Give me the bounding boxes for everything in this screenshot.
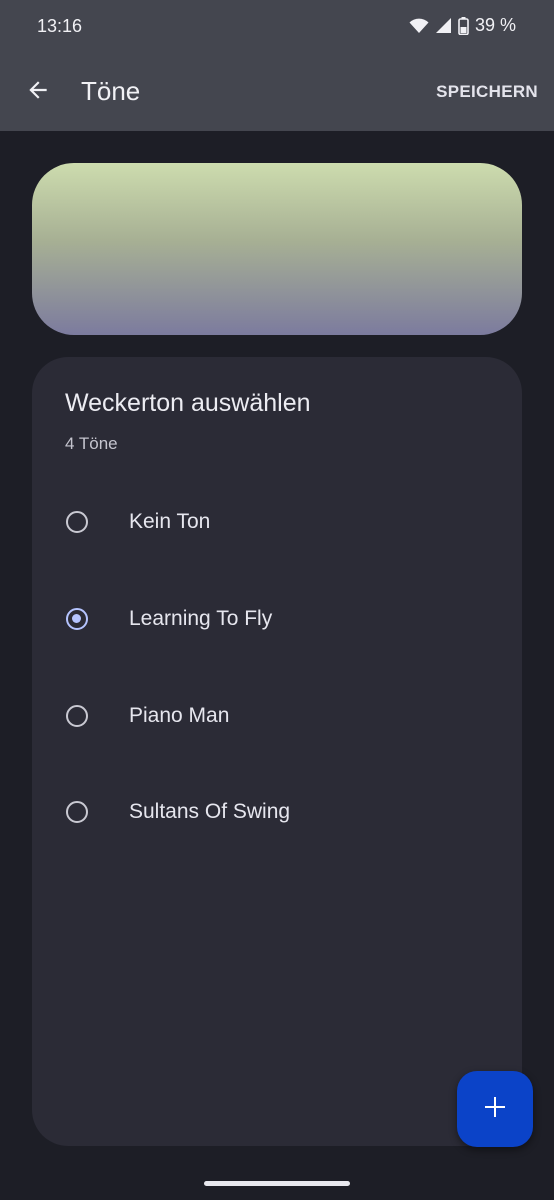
radio-unchecked-icon[interactable] — [66, 801, 88, 823]
ringtone-card: Weckerton auswählen 4 Töne Kein Ton Lear… — [32, 357, 522, 1146]
screen: 13:16 39 % Töne SPEICHERN Weckerton ausw… — [0, 0, 554, 1200]
status-icons: 39 % — [409, 15, 516, 36]
add-tone-button[interactable] — [457, 1071, 533, 1147]
plus-icon — [483, 1095, 507, 1124]
battery-icon — [458, 16, 469, 35]
option-sultans-of-swing[interactable]: Sultans Of Swing — [32, 784, 522, 844]
save-button[interactable]: SPEICHERN — [436, 82, 538, 102]
top-app-bar: 13:16 39 % Töne SPEICHERN — [0, 0, 554, 131]
tone-count: 4 Töne — [65, 434, 118, 453]
home-indicator[interactable] — [204, 1181, 350, 1186]
ringtone-preview-banner — [32, 163, 522, 335]
option-label: Learning To Fly — [129, 607, 273, 630]
option-kein-ton[interactable]: Kein Ton — [32, 494, 522, 554]
option-label: Kein Ton — [129, 510, 211, 533]
signal-icon — [435, 17, 452, 34]
card-title: Weckerton auswählen — [65, 389, 311, 417]
status-time: 13:16 — [37, 16, 83, 36]
page-title: Töne — [81, 76, 141, 106]
option-learning-to-fly[interactable]: Learning To Fly — [32, 591, 522, 651]
wifi-icon — [409, 18, 429, 34]
option-piano-man[interactable]: Piano Man — [32, 688, 522, 748]
option-label: Sultans Of Swing — [129, 800, 291, 823]
radio-unchecked-icon[interactable] — [66, 705, 88, 727]
radio-unchecked-icon[interactable] — [66, 511, 88, 533]
radio-checked-icon[interactable] — [66, 608, 88, 630]
back-button[interactable] — [22, 76, 54, 108]
option-label: Piano Man — [129, 704, 230, 727]
arrow-left-icon — [25, 77, 51, 108]
battery-percent: 39 % — [474, 15, 516, 35]
